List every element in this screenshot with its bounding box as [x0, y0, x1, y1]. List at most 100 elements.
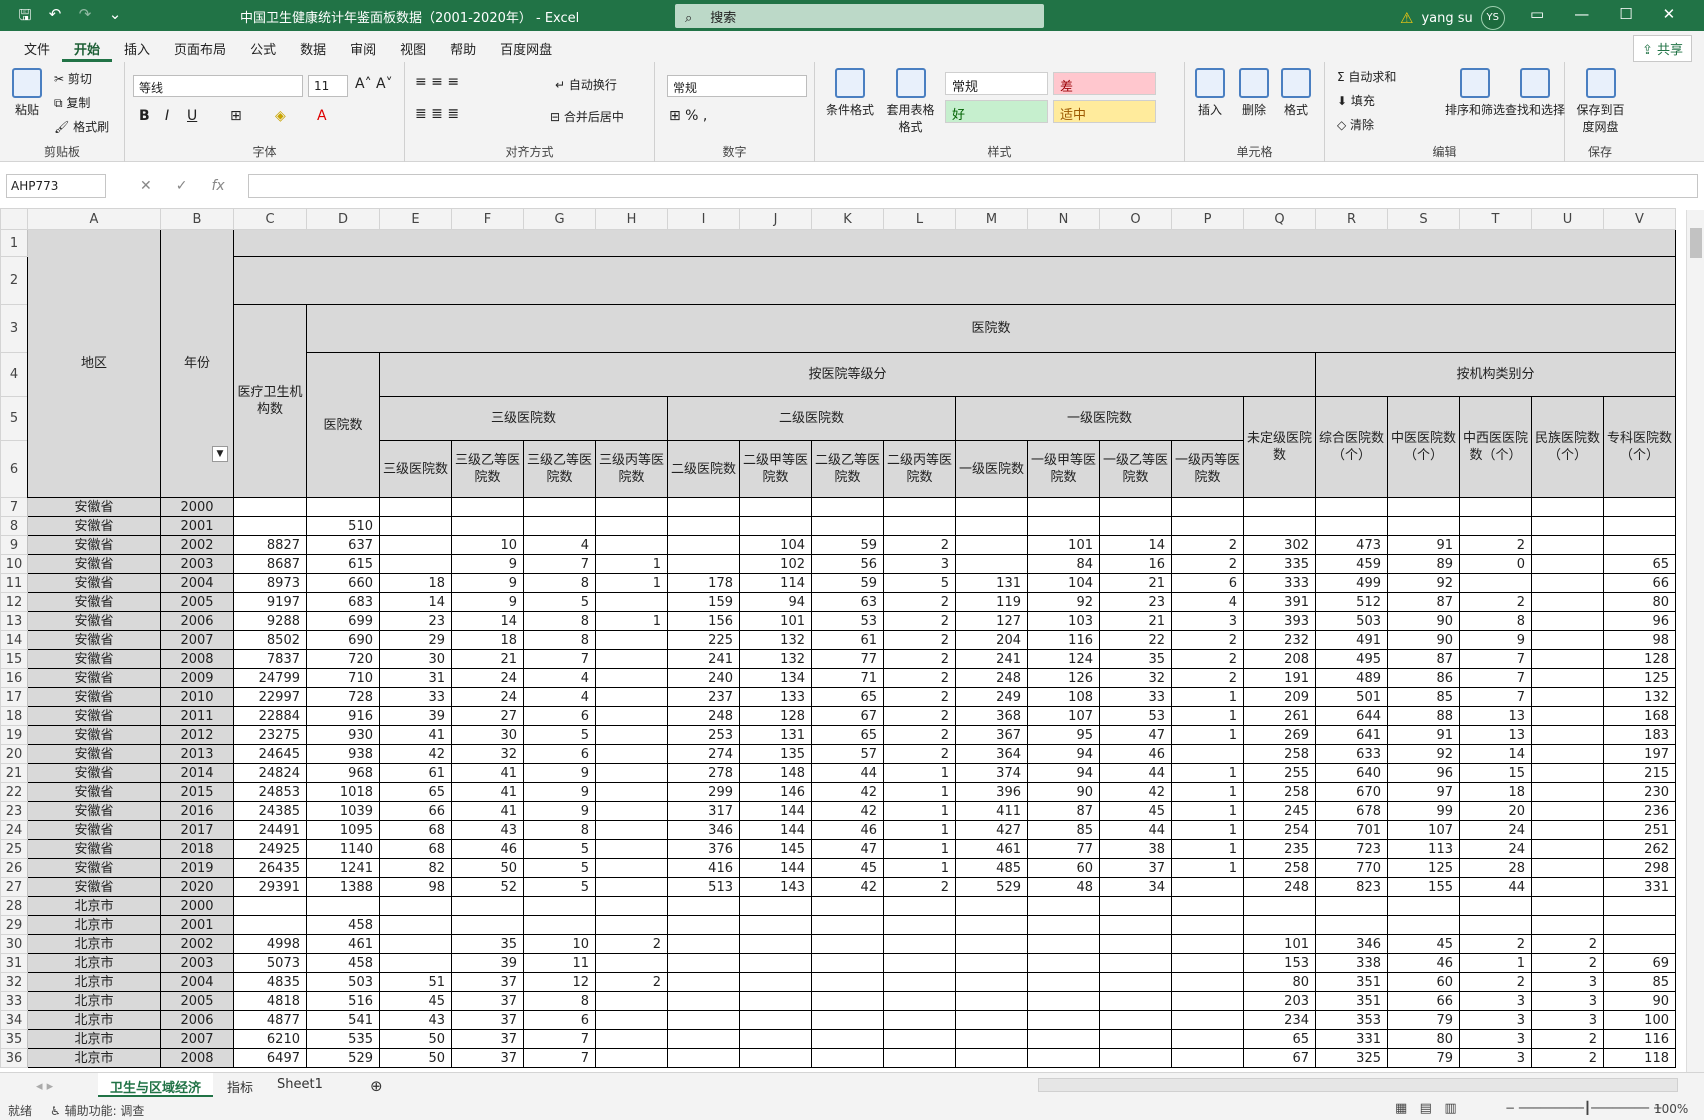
save-icon[interactable]: 🖫	[14, 5, 36, 30]
cell[interactable]: 156	[667, 611, 740, 631]
cell[interactable]: 14	[1459, 744, 1532, 764]
cell[interactable]: 119	[955, 592, 1028, 612]
cell[interactable]: 98	[1603, 630, 1676, 650]
cell[interactable]	[1387, 516, 1460, 536]
maximize-icon[interactable]: ☐	[1619, 5, 1632, 23]
cell[interactable]: 90	[1387, 630, 1460, 650]
cell[interactable]: 503	[306, 972, 380, 992]
table-format-button[interactable]: 套用表格格式	[883, 68, 938, 135]
cell[interactable]	[1531, 839, 1604, 859]
cell[interactable]	[595, 649, 668, 669]
cell[interactable]: 43	[451, 820, 524, 840]
cell[interactable]: 2005	[160, 592, 234, 612]
cell[interactable]: 107	[1387, 820, 1460, 840]
cell[interactable]: 103	[1027, 611, 1100, 631]
cell[interactable]	[667, 953, 740, 973]
cell[interactable]: 45	[1099, 801, 1172, 821]
cell[interactable]	[1171, 915, 1244, 935]
cell[interactable]: 31	[379, 668, 452, 688]
cell[interactable]: 261	[1243, 706, 1316, 726]
cell[interactable]	[595, 896, 668, 916]
cell[interactable]: 8	[523, 573, 596, 593]
tab-9[interactable]: 百度网盘	[488, 31, 564, 62]
row-header[interactable]: 4	[0, 352, 28, 397]
cell[interactable]: 6	[523, 706, 596, 726]
cell[interactable]: 125	[1387, 858, 1460, 878]
cell[interactable]	[523, 915, 596, 935]
cell[interactable]: 24385	[233, 801, 307, 821]
column-header-D[interactable]: D	[306, 208, 380, 230]
cell[interactable]: 41	[451, 801, 524, 821]
cell[interactable]: 5	[523, 725, 596, 745]
cell[interactable]	[451, 896, 524, 916]
cell[interactable]: 9197	[233, 592, 307, 612]
cell[interactable]: 2	[1171, 649, 1244, 669]
header-hospitals-group[interactable]: 医院数	[306, 304, 1676, 353]
cell[interactable]: 94	[1027, 744, 1100, 764]
cell[interactable]: 678	[1315, 801, 1388, 821]
cell[interactable]: 298	[1603, 858, 1676, 878]
cell[interactable]: 351	[1315, 991, 1388, 1011]
column-header-J[interactable]: J	[739, 208, 812, 230]
cell[interactable]: 9	[523, 801, 596, 821]
cell[interactable]	[955, 535, 1028, 555]
cell[interactable]: 39	[451, 953, 524, 973]
cell[interactable]: 338	[1315, 953, 1388, 973]
cell[interactable]: 14	[451, 611, 524, 631]
minimize-icon[interactable]: —	[1574, 5, 1589, 23]
header-unrated[interactable]: 未定级医院数	[1243, 396, 1316, 498]
cell[interactable]: 2	[1171, 554, 1244, 574]
cell[interactable]: 710	[306, 668, 380, 688]
cell[interactable]	[379, 915, 452, 935]
row-header[interactable]: 18	[0, 706, 28, 726]
cell[interactable]: 116	[1027, 630, 1100, 650]
cell[interactable]: 2014	[160, 763, 234, 783]
cell[interactable]	[1099, 991, 1172, 1011]
cell[interactable]	[883, 896, 956, 916]
cell[interactable]	[811, 497, 884, 517]
cell[interactable]: 15	[1459, 763, 1532, 783]
cell[interactable]: 29391	[233, 877, 307, 897]
cell[interactable]: 2	[1531, 1048, 1604, 1068]
cell[interactable]	[1603, 516, 1676, 536]
cell[interactable]: 393	[1243, 611, 1316, 631]
fill-button[interactable]: ⬇ 填充	[1337, 92, 1375, 109]
cell[interactable]: 4	[1171, 592, 1244, 612]
percent-icon[interactable]: ⊞ % ,	[669, 108, 707, 124]
cell[interactable]	[1027, 497, 1100, 517]
cell[interactable]: 3	[1171, 611, 1244, 631]
close-icon[interactable]: ✕	[1663, 5, 1676, 23]
cell[interactable]	[667, 1010, 740, 1030]
cell[interactable]: 670	[1315, 782, 1388, 802]
cell[interactable]: 北京市	[27, 991, 161, 1011]
cell[interactable]	[595, 535, 668, 555]
cell[interactable]: 66	[1387, 991, 1460, 1011]
cell[interactable]: 148	[739, 763, 812, 783]
cell[interactable]	[1027, 1048, 1100, 1068]
cell[interactable]: 96	[1603, 611, 1676, 631]
header-tier3[interactable]: 三级医院数	[379, 396, 668, 441]
cell[interactable]: 1	[883, 839, 956, 859]
cell[interactable]: 安徽省	[27, 782, 161, 802]
cell[interactable]: 安徽省	[27, 858, 161, 878]
cell[interactable]: 6	[1171, 573, 1244, 593]
cell[interactable]: 北京市	[27, 1029, 161, 1049]
header-general[interactable]: 综合医院数（个）	[1315, 396, 1388, 498]
cell[interactable]: 56	[811, 554, 884, 574]
cell[interactable]: 2017	[160, 820, 234, 840]
cell[interactable]: 90	[1027, 782, 1100, 802]
cell[interactable]	[667, 972, 740, 992]
cell[interactable]: 2	[1531, 1029, 1604, 1049]
cell[interactable]: 27	[451, 706, 524, 726]
tab-3[interactable]: 页面布局	[162, 31, 238, 62]
cell[interactable]: 178	[667, 573, 740, 593]
cell[interactable]: 183	[1603, 725, 1676, 745]
cell[interactable]	[739, 896, 812, 916]
cell[interactable]: 5	[523, 877, 596, 897]
cell[interactable]	[1171, 1010, 1244, 1030]
cell[interactable]: 44	[1099, 820, 1172, 840]
cell[interactable]	[667, 934, 740, 954]
cell[interactable]: 144	[739, 820, 812, 840]
cell[interactable]	[595, 1010, 668, 1030]
fill-color-icon[interactable]: ◈	[275, 108, 286, 124]
